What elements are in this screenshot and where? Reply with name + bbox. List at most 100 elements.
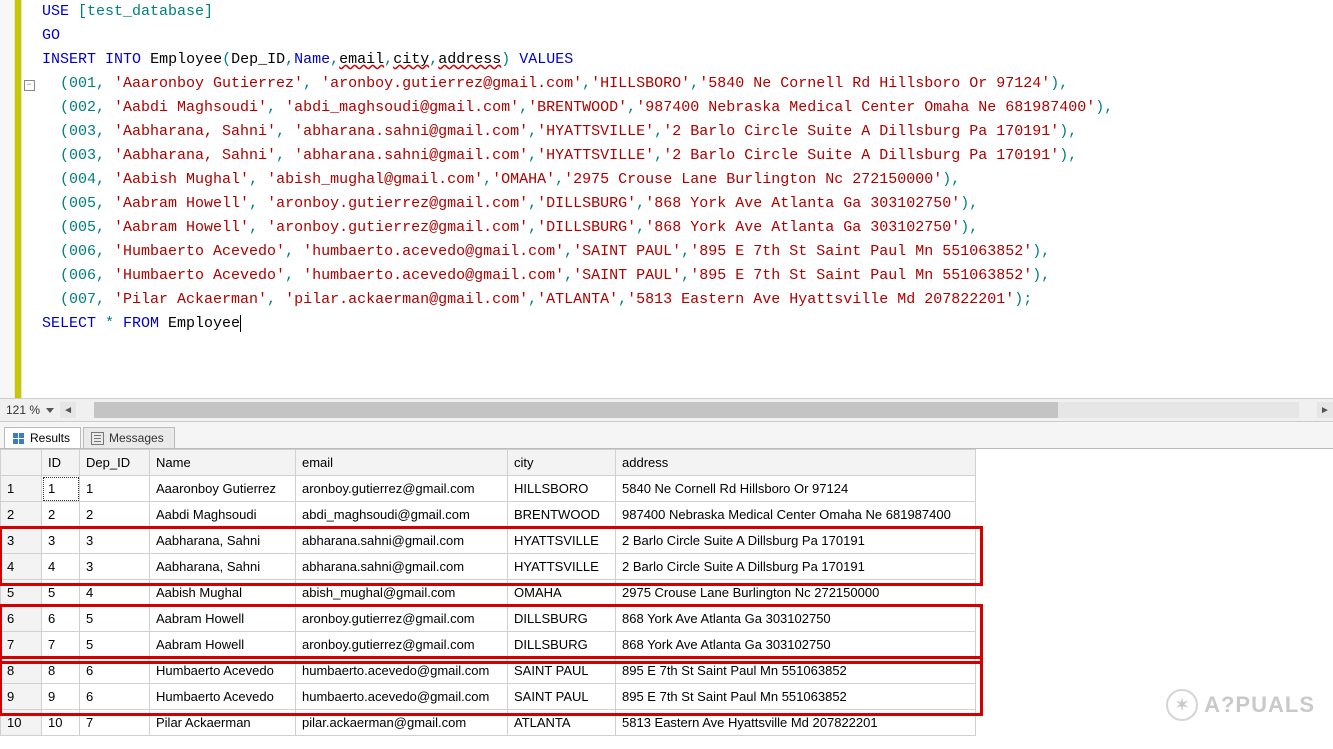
cell-dep_id[interactable]: 4 bbox=[80, 580, 150, 606]
cell-id[interactable]: 3 bbox=[42, 528, 80, 554]
cell-address[interactable]: 5840 Ne Cornell Rd Hillsboro Or 97124 bbox=[616, 476, 976, 502]
row-number[interactable]: 6 bbox=[1, 606, 42, 632]
row-number[interactable]: 3 bbox=[1, 528, 42, 554]
cell-email[interactable]: pilar.ackaerman@gmail.com bbox=[296, 710, 508, 736]
cell-id[interactable]: 6 bbox=[42, 606, 80, 632]
hscroll-right-icon[interactable]: ► bbox=[1317, 402, 1333, 418]
sql-code[interactable]: USE [test_database]GOINSERT INTO Employe… bbox=[36, 0, 1333, 421]
cell-email[interactable]: abharana.sahni@gmail.com bbox=[296, 528, 508, 554]
cell-name[interactable]: Humbaerto Acevedo bbox=[150, 658, 296, 684]
col-header-email[interactable]: email bbox=[296, 450, 508, 476]
cell-dep_id[interactable]: 2 bbox=[80, 502, 150, 528]
row-header-corner[interactable] bbox=[1, 450, 42, 476]
horizontal-scrollbar[interactable] bbox=[94, 402, 1299, 418]
table-row[interactable]: 886Humbaerto Acevedohumbaerto.acevedo@gm… bbox=[1, 658, 976, 684]
cell-dep_id[interactable]: 3 bbox=[80, 554, 150, 580]
cell-address[interactable]: 2975 Crouse Lane Burlington Nc 272150000 bbox=[616, 580, 976, 606]
cell-dep_id[interactable]: 3 bbox=[80, 528, 150, 554]
tab-results[interactable]: Results bbox=[4, 427, 81, 448]
cell-address[interactable]: 868 York Ave Atlanta Ga 303102750 bbox=[616, 606, 976, 632]
tab-messages[interactable]: Messages bbox=[83, 427, 175, 448]
cell-address[interactable]: 5813 Eastern Ave Hyattsville Md 20782220… bbox=[616, 710, 976, 736]
hscroll-left-icon[interactable]: ◄ bbox=[60, 402, 76, 418]
cell-city[interactable]: DILLSBURG bbox=[508, 632, 616, 658]
cell-dep_id[interactable]: 6 bbox=[80, 684, 150, 710]
cell-name[interactable]: Aabharana, Sahni bbox=[150, 554, 296, 580]
col-header-city[interactable]: city bbox=[508, 450, 616, 476]
col-header-dep_id[interactable]: Dep_ID bbox=[80, 450, 150, 476]
table-row[interactable]: 222Aabdi Maghsoudiabdi_maghsoudi@gmail.c… bbox=[1, 502, 976, 528]
cell-city[interactable]: HYATTSVILLE bbox=[508, 554, 616, 580]
cell-dep_id[interactable]: 5 bbox=[80, 632, 150, 658]
cell-address[interactable]: 2 Barlo Circle Suite A Dillsburg Pa 1701… bbox=[616, 528, 976, 554]
row-number[interactable]: 9 bbox=[1, 684, 42, 710]
cell-city[interactable]: ATLANTA bbox=[508, 710, 616, 736]
cell-city[interactable]: DILLSBURG bbox=[508, 606, 616, 632]
cell-email[interactable]: humbaerto.acevedo@gmail.com bbox=[296, 684, 508, 710]
cell-address[interactable]: 895 E 7th St Saint Paul Mn 551063852 bbox=[616, 684, 976, 710]
cell-id[interactable]: 2 bbox=[42, 502, 80, 528]
row-number[interactable]: 7 bbox=[1, 632, 42, 658]
sql-editor[interactable]: − USE [test_database]GOINSERT INTO Emplo… bbox=[0, 0, 1333, 421]
zoom-level[interactable]: 121 % bbox=[0, 403, 46, 417]
cell-id[interactable]: 8 bbox=[42, 658, 80, 684]
cell-email[interactable]: aronboy.gutierrez@gmail.com bbox=[296, 606, 508, 632]
row-number[interactable]: 5 bbox=[1, 580, 42, 606]
cell-address[interactable]: 987400 Nebraska Medical Center Omaha Ne … bbox=[616, 502, 976, 528]
table-row[interactable]: 775Aabram Howellaronboy.gutierrez@gmail.… bbox=[1, 632, 976, 658]
cell-email[interactable]: abharana.sahni@gmail.com bbox=[296, 554, 508, 580]
cell-name[interactable]: Aaaronboy Gutierrez bbox=[150, 476, 296, 502]
cell-name[interactable]: Aabharana, Sahni bbox=[150, 528, 296, 554]
cell-email[interactable]: humbaerto.acevedo@gmail.com bbox=[296, 658, 508, 684]
cell-id[interactable]: 5 bbox=[42, 580, 80, 606]
cell-name[interactable]: Pilar Ackaerman bbox=[150, 710, 296, 736]
cell-city[interactable]: SAINT PAUL bbox=[508, 658, 616, 684]
cell-city[interactable]: BRENTWOOD bbox=[508, 502, 616, 528]
cell-name[interactable]: Aabdi Maghsoudi bbox=[150, 502, 296, 528]
cell-id[interactable]: 9 bbox=[42, 684, 80, 710]
col-header-address[interactable]: address bbox=[616, 450, 976, 476]
cell-name[interactable]: Aabish Mughal bbox=[150, 580, 296, 606]
cell-city[interactable]: HILLSBORO bbox=[508, 476, 616, 502]
cell-id[interactable]: 7 bbox=[42, 632, 80, 658]
cell-email[interactable]: aronboy.gutierrez@gmail.com bbox=[296, 476, 508, 502]
table-row[interactable]: 996Humbaerto Acevedohumbaerto.acevedo@gm… bbox=[1, 684, 976, 710]
cell-id[interactable]: 1 bbox=[42, 476, 80, 502]
code-fold-gutter[interactable]: − bbox=[22, 0, 36, 421]
col-header-name[interactable]: Name bbox=[150, 450, 296, 476]
fold-toggle-icon[interactable]: − bbox=[24, 80, 35, 91]
row-number[interactable]: 2 bbox=[1, 502, 42, 528]
cell-dep_id[interactable]: 7 bbox=[80, 710, 150, 736]
cell-email[interactable]: abdi_maghsoudi@gmail.com bbox=[296, 502, 508, 528]
results-grid[interactable]: IDDep_IDNameemailcityaddress111Aaaronboy… bbox=[0, 449, 976, 736]
table-row[interactable]: 333Aabharana, Sahniabharana.sahni@gmail.… bbox=[1, 528, 976, 554]
cell-address[interactable]: 2 Barlo Circle Suite A Dillsburg Pa 1701… bbox=[616, 554, 976, 580]
cell-dep_id[interactable]: 1 bbox=[80, 476, 150, 502]
cell-address[interactable]: 895 E 7th St Saint Paul Mn 551063852 bbox=[616, 658, 976, 684]
row-number[interactable]: 4 bbox=[1, 554, 42, 580]
zoom-dropdown-icon[interactable] bbox=[46, 408, 54, 413]
row-number[interactable]: 1 bbox=[1, 476, 42, 502]
table-row[interactable]: 443Aabharana, Sahniabharana.sahni@gmail.… bbox=[1, 554, 976, 580]
cell-email[interactable]: abish_mughal@gmail.com bbox=[296, 580, 508, 606]
cell-name[interactable]: Aabram Howell bbox=[150, 632, 296, 658]
table-row[interactable]: 665Aabram Howellaronboy.gutierrez@gmail.… bbox=[1, 606, 976, 632]
cell-city[interactable]: HYATTSVILLE bbox=[508, 528, 616, 554]
cell-id[interactable]: 10 bbox=[42, 710, 80, 736]
cell-id[interactable]: 4 bbox=[42, 554, 80, 580]
cell-city[interactable]: SAINT PAUL bbox=[508, 684, 616, 710]
cell-email[interactable]: aronboy.gutierrez@gmail.com bbox=[296, 632, 508, 658]
cell-name[interactable]: Aabram Howell bbox=[150, 606, 296, 632]
row-number[interactable]: 10 bbox=[1, 710, 42, 736]
table-row[interactable]: 10107Pilar Ackaermanpilar.ackaerman@gmai… bbox=[1, 710, 976, 736]
cell-dep_id[interactable]: 6 bbox=[80, 658, 150, 684]
table-row[interactable]: 111Aaaronboy Gutierrezaronboy.gutierrez@… bbox=[1, 476, 976, 502]
cell-dep_id[interactable]: 5 bbox=[80, 606, 150, 632]
row-number[interactable]: 8 bbox=[1, 658, 42, 684]
table-row[interactable]: 554Aabish Mughalabish_mughal@gmail.comOM… bbox=[1, 580, 976, 606]
cell-address[interactable]: 868 York Ave Atlanta Ga 303102750 bbox=[616, 632, 976, 658]
col-header-id[interactable]: ID bbox=[42, 450, 80, 476]
hscroll-thumb[interactable] bbox=[94, 402, 1058, 418]
cell-name[interactable]: Humbaerto Acevedo bbox=[150, 684, 296, 710]
cell-city[interactable]: OMAHA bbox=[508, 580, 616, 606]
